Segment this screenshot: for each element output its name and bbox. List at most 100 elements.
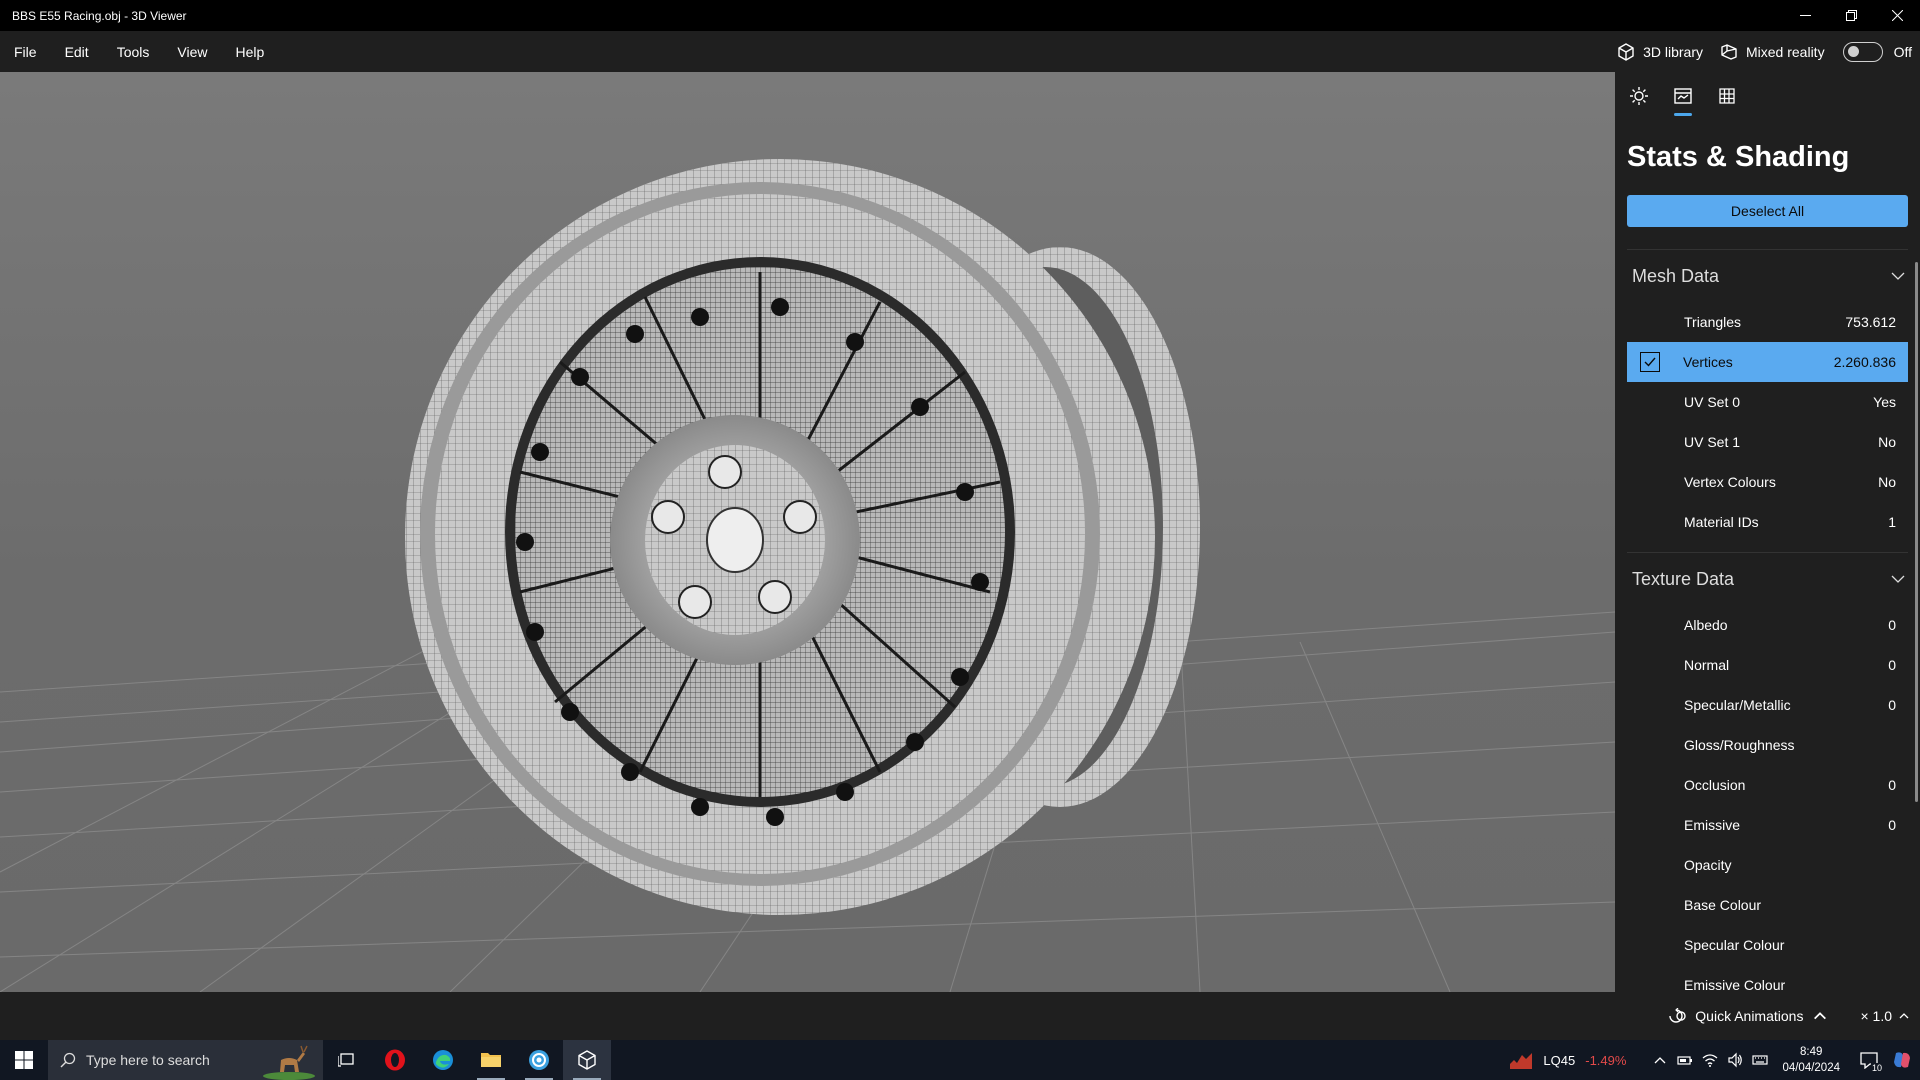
row-value: 0: [1888, 617, 1896, 633]
row-checkbox[interactable]: [1639, 614, 1661, 636]
chevron-up-icon: [1899, 1013, 1909, 1019]
mesh-row-vertices[interactable]: Vertices 2.260.836: [1627, 342, 1908, 382]
row-checkbox[interactable]: [1639, 894, 1661, 916]
row-checkbox[interactable]: [1639, 854, 1661, 876]
panel-scrollbar[interactable]: [1915, 262, 1918, 802]
row-label: Vertices: [1683, 354, 1733, 370]
stats-shading-tab[interactable]: [1669, 76, 1697, 116]
row-checkbox[interactable]: [1639, 934, 1661, 956]
restore-button[interactable]: [1828, 0, 1874, 31]
menu-edit[interactable]: Edit: [51, 31, 103, 72]
texture-row-emissive-colour[interactable]: Emissive Colour: [1627, 965, 1908, 992]
mesh-row-triangles[interactable]: Triangles 753.612: [1627, 302, 1908, 342]
texture-data-list: Albedo 0 Normal 0 Specular/Metallic 0 Gloss…: [1615, 605, 1920, 992]
row-checkbox[interactable]: [1639, 511, 1661, 533]
row-label: Specular Colour: [1684, 937, 1785, 953]
row-checkbox[interactable]: [1639, 974, 1661, 992]
taskbar-search[interactable]: Type here to search: [48, 1040, 323, 1080]
row-value: Yes: [1873, 394, 1896, 410]
row-value: 753.612: [1845, 314, 1896, 330]
opera-icon: [385, 1049, 405, 1071]
row-value: 1: [1888, 514, 1896, 530]
mesh-row-material-ids[interactable]: Material IDs 1: [1627, 502, 1908, 542]
mixed-reality-label: Mixed reality: [1745, 43, 1825, 60]
stock-widget[interactable]: LQ45 -1.49%: [1509, 1050, 1626, 1070]
mixed-reality-toggle[interactable]: [1842, 41, 1883, 62]
notification-badge: 10: [1870, 1063, 1883, 1073]
row-checkbox[interactable]: [1639, 774, 1661, 796]
keyboard-icon[interactable]: [1752, 1052, 1769, 1068]
notification-center[interactable]: 10: [1854, 1051, 1884, 1073]
row-checkbox[interactable]: [1639, 431, 1661, 453]
file-explorer-app[interactable]: [467, 1040, 515, 1080]
steam-app[interactable]: [515, 1040, 563, 1080]
center-bore: [706, 507, 764, 573]
texture-row-base-colour[interactable]: Base Colour: [1627, 885, 1908, 925]
speed-control[interactable]: × 1.0: [1860, 1008, 1910, 1024]
texture-row-albedo[interactable]: Albedo 0: [1627, 605, 1908, 645]
texture-row-opacity[interactable]: Opacity: [1627, 845, 1908, 885]
row-label: Material IDs: [1684, 514, 1759, 530]
chevron-up-icon[interactable]: [1652, 1052, 1668, 1068]
grid-tab[interactable]: [1713, 76, 1741, 116]
minimize-button[interactable]: [1782, 0, 1828, 31]
lighting-tab[interactable]: [1625, 76, 1653, 116]
row-label: Occlusion: [1684, 777, 1746, 793]
3d-library-button[interactable]: 3D library: [1608, 31, 1711, 72]
copilot-icon: [1894, 1052, 1910, 1068]
edge-app[interactable]: [419, 1040, 467, 1080]
row-checkbox[interactable]: [1639, 654, 1661, 676]
texture-row-normal[interactable]: Normal 0: [1627, 645, 1908, 685]
quick-animations-button[interactable]: Quick Animations: [1668, 1008, 1830, 1024]
row-label: Emissive: [1684, 817, 1741, 833]
search-placeholder: Type here to search: [86, 1052, 210, 1068]
task-view-button[interactable]: [323, 1040, 371, 1080]
panel-tabs: [1615, 72, 1920, 120]
texture-row-specular-colour[interactable]: Specular Colour: [1627, 925, 1908, 965]
row-checkbox[interactable]: [1639, 391, 1661, 413]
mesh-data-header[interactable]: Mesh Data: [1615, 250, 1920, 302]
mesh-data-title: Mesh Data: [1632, 265, 1720, 286]
mesh-row-vertex-colours[interactable]: Vertex Colours No: [1627, 462, 1908, 502]
row-checkbox[interactable]: [1639, 694, 1661, 716]
3d-viewport[interactable]: [0, 72, 1615, 992]
row-value: No: [1878, 474, 1896, 490]
menu-help[interactable]: Help: [221, 31, 278, 72]
row-checkbox[interactable]: [1639, 311, 1661, 333]
3d-viewer-app[interactable]: [563, 1040, 611, 1080]
row-checkbox[interactable]: [1639, 734, 1661, 756]
opera-app[interactable]: [371, 1040, 419, 1080]
close-button[interactable]: [1874, 0, 1920, 31]
row-checkbox[interactable]: [1640, 352, 1660, 372]
row-value: 0: [1888, 817, 1896, 833]
chevron-down-icon: [1891, 272, 1905, 280]
row-checkbox[interactable]: [1639, 814, 1661, 836]
close-icon: [1891, 10, 1903, 21]
start-button[interactable]: [0, 1040, 48, 1080]
texture-row-specular-metallic[interactable]: Specular/Metallic 0: [1627, 685, 1908, 725]
texture-row-occlusion[interactable]: Occlusion 0: [1627, 765, 1908, 805]
volume-icon[interactable]: [1727, 1052, 1743, 1068]
menu-file[interactable]: File: [0, 31, 51, 72]
chevron-down-icon: [1891, 575, 1905, 583]
wifi-icon[interactable]: [1702, 1052, 1718, 1068]
row-label: UV Set 1: [1684, 434, 1741, 450]
row-label: Gloss/Roughness: [1684, 737, 1795, 753]
texture-data-header[interactable]: Texture Data: [1615, 553, 1920, 605]
menu-tools[interactable]: Tools: [103, 31, 164, 72]
row-checkbox[interactable]: [1639, 471, 1661, 493]
deselect-all-button[interactable]: Deselect All: [1627, 195, 1908, 227]
mesh-row-uv-set-0[interactable]: UV Set 0 Yes: [1627, 382, 1908, 422]
copilot-button[interactable]: [1884, 1040, 1920, 1080]
clock[interactable]: 8:49 04/04/2024: [1782, 1044, 1840, 1076]
texture-row-emissive[interactable]: Emissive 0: [1627, 805, 1908, 845]
texture-row-gloss-roughness[interactable]: Gloss/Roughness: [1627, 725, 1908, 765]
mixed-reality-button[interactable]: Mixed reality: [1711, 31, 1833, 72]
mesh-row-uv-set-1[interactable]: UV Set 1 No: [1627, 422, 1908, 462]
menu-view[interactable]: View: [163, 31, 221, 72]
battery-icon[interactable]: [1677, 1052, 1693, 1068]
checkmark-icon: [1644, 357, 1656, 367]
search-icon: [60, 1052, 76, 1068]
row-label: Opacity: [1684, 857, 1732, 873]
clock-time: 8:49: [1800, 1046, 1823, 1058]
